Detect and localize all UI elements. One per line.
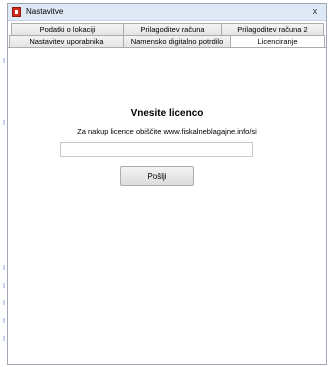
edge-mark bbox=[3, 265, 5, 270]
close-button[interactable]: x bbox=[308, 6, 322, 17]
title-bar[interactable]: Nastavitve x bbox=[8, 4, 326, 21]
edge-mark bbox=[3, 300, 5, 305]
tab-row-top: Podatki o lokaciji Prilagoditev računa P… bbox=[11, 23, 324, 35]
tab-row-bottom: Nastavitev uporabnika Namensko digitalno… bbox=[9, 35, 325, 47]
licensing-panel: Vnesite licenco Za nakup licence obiščit… bbox=[8, 48, 326, 364]
window-title: Nastavitve bbox=[26, 7, 64, 16]
settings-dialog: Nastavitve x Podatki o lokaciji Prilagod… bbox=[7, 3, 327, 365]
tab-location-data[interactable]: Podatki o lokaciji bbox=[11, 23, 124, 35]
license-purchase-info: Za nakup licence obiščite www.fiskalnebl… bbox=[77, 127, 257, 136]
background-window-edge bbox=[0, 0, 7, 367]
edge-mark bbox=[3, 58, 5, 63]
tab-user-settings[interactable]: Nastavitev uporabnika bbox=[9, 35, 124, 47]
submit-button[interactable]: Pošlji bbox=[120, 166, 194, 186]
tab-receipt-customization[interactable]: Prilagoditev računa bbox=[123, 23, 222, 35]
license-key-input[interactable] bbox=[60, 142, 253, 157]
edge-mark bbox=[3, 336, 5, 341]
license-heading: Vnesite licenco bbox=[130, 108, 204, 119]
tab-receipt-customization-2[interactable]: Prilagoditev računa 2 bbox=[221, 23, 324, 35]
app-icon bbox=[12, 7, 21, 17]
tab-licensing[interactable]: Licenciranje bbox=[230, 35, 325, 47]
edge-mark bbox=[3, 283, 5, 288]
tab-digital-certificate[interactable]: Namensko digitalno potrdilo bbox=[123, 35, 231, 47]
edge-mark bbox=[3, 318, 5, 323]
edge-mark bbox=[3, 120, 5, 125]
